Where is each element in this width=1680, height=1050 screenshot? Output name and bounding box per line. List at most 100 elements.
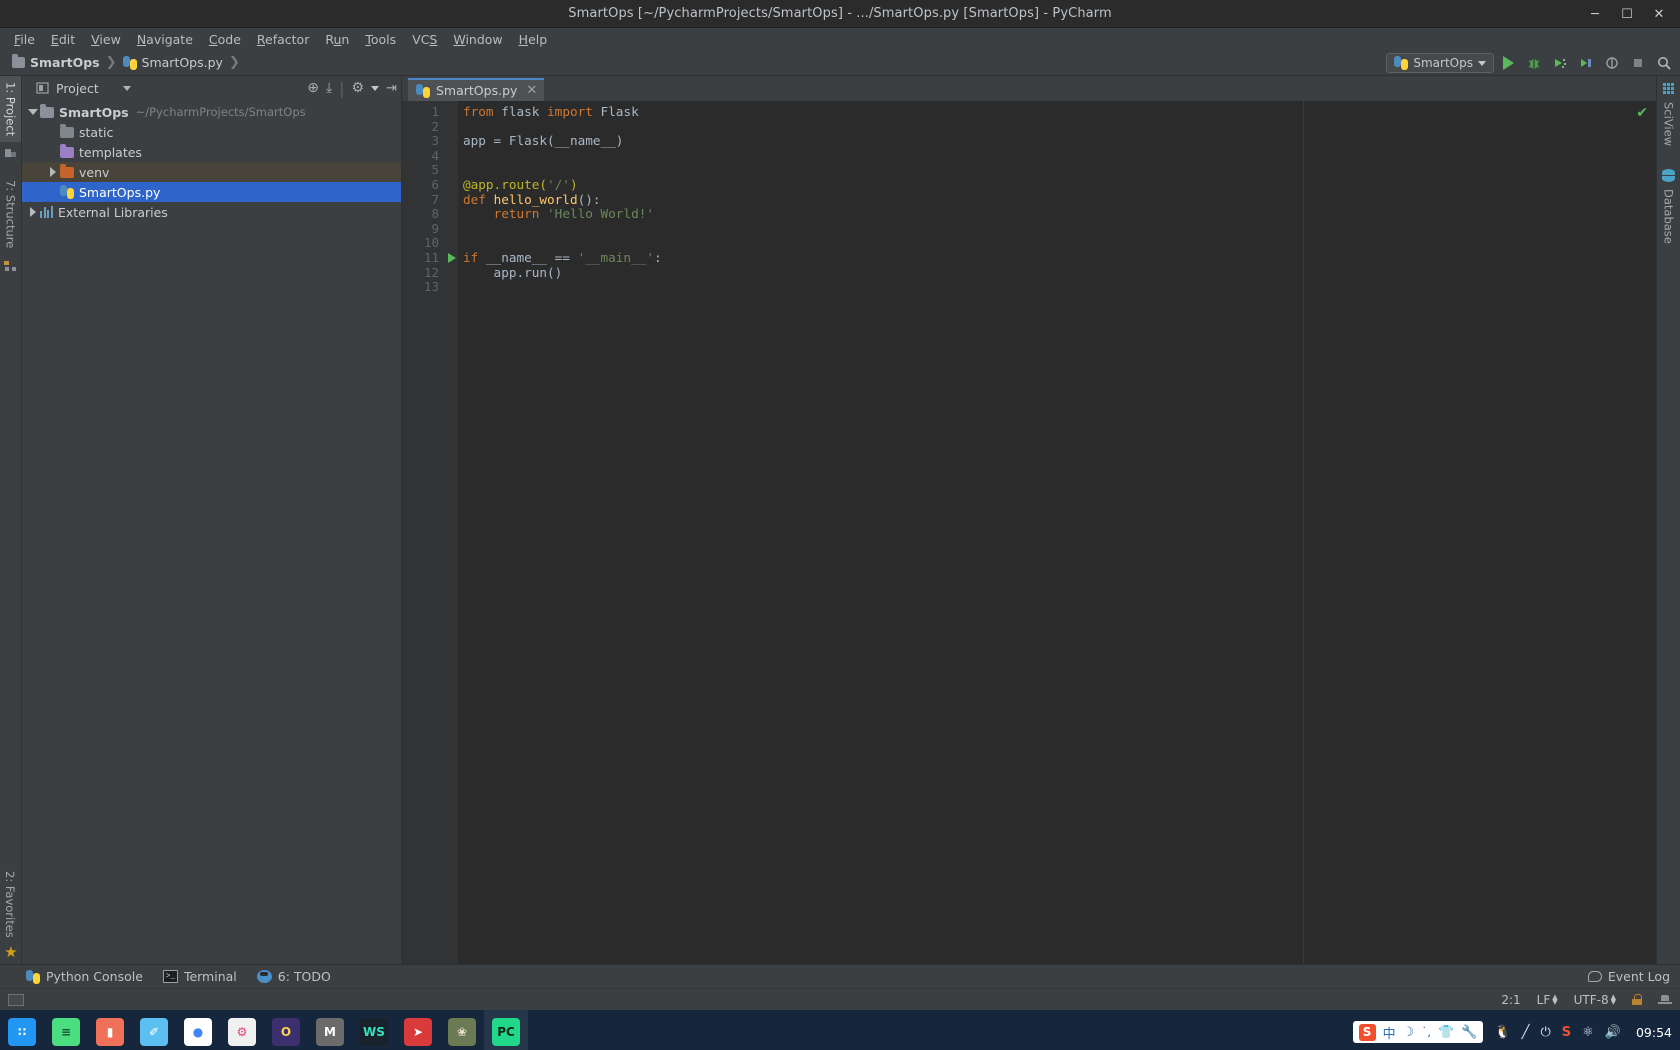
wrench-icon[interactable]: 🔧 (1461, 1025, 1477, 1040)
menu-item-window[interactable]: Window (445, 30, 510, 49)
skin-icon[interactable]: 👕 (1438, 1025, 1454, 1040)
locate-icon[interactable]: ⊕ (307, 80, 319, 96)
inspection-status-icon[interactable]: ✔ (1636, 105, 1648, 121)
taskbar-files-app[interactable]: ≡ (44, 1010, 88, 1050)
sogou-tray-icon[interactable]: S (1562, 1025, 1571, 1040)
clock[interactable]: 09:54 (1636, 1025, 1672, 1040)
taskbar-notes-app[interactable]: ✐ (132, 1010, 176, 1050)
sidebar-item-database[interactable]: Database (1660, 169, 1678, 247)
power-icon[interactable]: ⏻ (1540, 1025, 1550, 1040)
taskbar-chrome-browser[interactable]: ● (176, 1010, 220, 1050)
breadcrumb-project[interactable]: SmartOps (8, 53, 104, 72)
event-log-button[interactable]: Event Log (1587, 969, 1670, 984)
expand-arrow-right-icon[interactable] (26, 207, 40, 217)
debug-button[interactable] (1522, 51, 1546, 75)
window-title: SmartOps [~/PycharmProjects/SmartOps] - … (568, 6, 1112, 21)
database-icon (1662, 169, 1675, 183)
tree-item-label: External Libraries (58, 204, 168, 220)
expand-arrow-down-icon[interactable] (26, 109, 40, 115)
menu-item-tools[interactable]: Tools (357, 30, 404, 49)
tree-item-templates[interactable]: templates (22, 142, 401, 162)
menu-item-run[interactable]: Run (317, 30, 357, 49)
inspector-hat-icon[interactable] (1658, 994, 1672, 1006)
code-token: __name__ == (478, 249, 578, 265)
taskbar-app-launcher[interactable]: ∷ (0, 1010, 44, 1050)
sogou-icon[interactable]: S (1358, 1023, 1376, 1041)
punctuation-icon[interactable]: ˙, (1421, 1025, 1431, 1039)
chinese-mode-icon[interactable]: 中 (1383, 1023, 1396, 1042)
project-panel-chevron-down-icon[interactable] (122, 85, 131, 91)
editor-tab-smartops-py[interactable]: SmartOps.py ✕ (408, 78, 545, 101)
tree-item-static[interactable]: static (22, 122, 401, 142)
memory-indicator[interactable] (8, 993, 24, 1006)
coverage-button[interactable] (1574, 51, 1598, 75)
moon-icon[interactable]: ☽ (1403, 1025, 1415, 1040)
caret-position[interactable]: 2:1 (1501, 993, 1520, 1007)
read-only-lock-icon[interactable] (1632, 994, 1642, 1005)
line-number: 13 (423, 279, 439, 295)
taskbar-settings-app[interactable]: ⚙ (220, 1010, 264, 1050)
line-number: 10 (423, 235, 439, 251)
run-button[interactable] (1496, 51, 1520, 75)
pen-icon[interactable]: ╱ (1522, 1025, 1530, 1040)
tree-item-smartops-py[interactable]: SmartOps.py (22, 182, 401, 202)
run-line-marker-icon[interactable] (448, 252, 456, 263)
taskbar-webstorm-ide[interactable]: WS (352, 1010, 396, 1050)
folder-icon (60, 123, 74, 138)
taskbar-mendeley-app[interactable]: M (308, 1010, 352, 1050)
bottom-item-terminal[interactable]: >_ Terminal (162, 969, 237, 984)
menu-item-code[interactable]: Code (201, 30, 249, 49)
menu-item-navigate[interactable]: Navigate (129, 30, 201, 49)
run-configuration-selector[interactable]: SmartOps (1386, 53, 1494, 73)
search-button[interactable] (1652, 51, 1676, 75)
sidebar-item-sciview[interactable]: SciView (1660, 82, 1678, 149)
bottom-item-todo[interactable]: 6: TODO (256, 969, 331, 984)
taskbar-terminal-app[interactable]: ➤ (396, 1010, 440, 1050)
taskbar-pycharm-ide[interactable]: PC (484, 1010, 528, 1050)
tree-item-external-libraries[interactable]: External Libraries (22, 202, 401, 222)
menu-item-vcs[interactable]: VCS (404, 30, 445, 49)
folder-icon (60, 163, 74, 178)
minimize-button[interactable]: ─ (1580, 0, 1610, 28)
code-content[interactable]: from flask import Flask app = Flask(__na… (458, 101, 1656, 964)
usb-icon[interactable]: ⚛ (1582, 1025, 1594, 1040)
collapse-all-icon[interactable]: ⤓ (326, 80, 332, 96)
stop-button[interactable] (1626, 51, 1650, 75)
qq-icon[interactable]: 🐧 (1494, 1025, 1510, 1040)
menu-item-file[interactable]: File (6, 30, 43, 49)
ime-toolbar[interactable]: S 中 ☽ ˙, 👕 🔧 (1352, 1021, 1484, 1043)
settings-chevron-down-icon[interactable] (371, 85, 380, 91)
attach-button[interactable] (1600, 51, 1624, 75)
menu-item-help[interactable]: Help (511, 30, 556, 49)
volume-icon[interactable]: 🔊 (1605, 1025, 1621, 1040)
sidebar-item-structure-label: 7: Structure (3, 180, 18, 249)
tree-item-smartops[interactable]: SmartOps ~/PycharmProjects/SmartOps (22, 102, 401, 122)
taskbar-opera-browser[interactable]: O (264, 1010, 308, 1050)
close-icon[interactable]: ✕ (526, 83, 537, 98)
line-number-gutter[interactable]: 1 2 3 4 5 6 7 8 9 10 11 12 13 (402, 101, 458, 964)
profiler-icon (1555, 59, 1566, 68)
sidebar-item-database-label: Database (1661, 189, 1676, 244)
sidebar-item-structure[interactable]: 7: Structure (0, 174, 21, 254)
tree-item-venv[interactable]: venv (22, 162, 401, 182)
menu-item-refactor[interactable]: Refactor (249, 30, 317, 49)
settings-gear-icon[interactable]: ⚙ (352, 80, 365, 96)
code-editor[interactable]: 1 2 3 4 5 6 7 8 9 10 11 12 13 from flask import Flas… (402, 101, 1656, 964)
sidebar-item-favorites[interactable]: 2: Favorites (0, 865, 20, 944)
close-button[interactable]: ✕ (1644, 0, 1674, 28)
encoding-selector[interactable]: UTF-8 ▲ ▼ (1574, 993, 1616, 1007)
sidebar-item-project[interactable]: 1: Project (0, 76, 21, 143)
profile-button[interactable] (1548, 51, 1572, 75)
maximize-button[interactable]: ☐ (1612, 0, 1642, 28)
breadcrumb-file[interactable]: SmartOps.py (119, 53, 227, 72)
taskbar-media-app[interactable]: ▮ (88, 1010, 132, 1050)
bottom-item-python-console[interactable]: Python Console (26, 969, 143, 984)
taskbar-photos-app[interactable]: ❀ (440, 1010, 484, 1050)
hide-panel-icon[interactable]: ⇥ (386, 81, 397, 96)
expand-arrow-right-icon[interactable] (46, 167, 60, 177)
line-separator-selector[interactable]: LF ▲ ▼ (1537, 993, 1558, 1007)
menu-item-edit[interactable]: Edit (43, 30, 83, 49)
folder-icon (40, 103, 54, 118)
menu-item-view[interactable]: View (83, 30, 129, 49)
